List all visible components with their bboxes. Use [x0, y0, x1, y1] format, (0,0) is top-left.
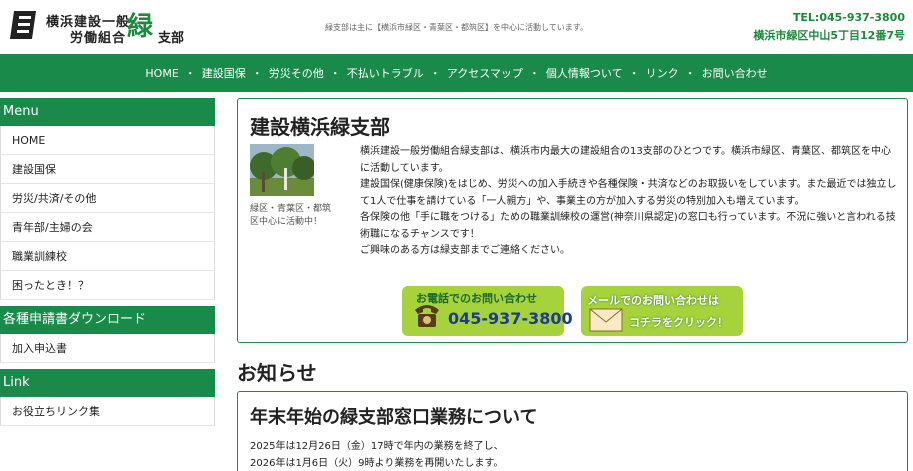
mail-contact-button[interactable]: メールでのお問い合わせは コチラをクリック！ [581, 286, 743, 336]
photo-caption: 緑区・青葉区・都筑区中心に活動中！ [250, 204, 332, 227]
nav-privacy[interactable]: 個人情報ついて [546, 65, 623, 81]
intro-paragraph: 横浜建設一般労働組合緑支部は、横浜市内最大の建設組合の13支部のひとつです。横浜… [360, 146, 897, 256]
sidebar-item-home[interactable]: HOME [0, 126, 215, 155]
header-tel: TEL:045-937-3800 [792, 11, 905, 24]
mail-button-action: コチラをクリック！ [629, 316, 728, 329]
news-heading: お知らせ [237, 361, 317, 385]
nav-rousai[interactable]: 労災その他 [269, 65, 324, 81]
sidebar-item-youth[interactable]: 青年部/主婦の会 [0, 213, 215, 242]
sidebar-item-trouble[interactable]: 困ったとき！？ [0, 271, 215, 300]
sidebar: Menu HOME 建設国保 労災/共済/その他 青年部/主婦の会 職業訓練校 … [0, 98, 215, 426]
header-address: 横浜市緑区中山5丁目12番7号 [753, 29, 905, 42]
nav-separator: ・ [684, 67, 696, 80]
page-title: 建設横浜緑支部 [250, 115, 390, 139]
news-title: 年末年始の緑支部窓口業務について [250, 407, 538, 428]
mail-button-label: メールでのお問い合わせは [587, 294, 719, 307]
nav-separator: ・ [329, 67, 341, 80]
news-line-1: 2025年は12月26日（金）17時で年内の業務を終了し、 [250, 441, 504, 452]
sidebar-download-heading: 各種申請書ダウンロード [0, 306, 215, 334]
envelope-icon [589, 308, 623, 332]
nav-kenpo[interactable]: 建設国保 [202, 65, 246, 81]
nav-fubarai[interactable]: 不払いトラブル [347, 65, 424, 81]
main-content-box: 建設横浜緑支部 緑区・青葉区・都筑区中心に活動中！ 横浜建設一般労働組合緑支部は… [237, 98, 908, 343]
tel-button-number: 045-937-3800 [448, 309, 573, 328]
sidebar-item-application[interactable]: 加入申込書 [0, 334, 215, 363]
nav-separator: ・ [628, 67, 640, 80]
nav-link[interactable]: リンク [646, 65, 679, 81]
news-line-2: 2026年は1月6日（火）9時より業務を再開いたします。 [250, 458, 504, 469]
nav-separator: ・ [528, 67, 540, 80]
nav-home[interactable]: HOME [145, 67, 178, 80]
nav-access[interactable]: アクセスマップ [447, 65, 523, 81]
sidebar-menu-heading: Menu [0, 98, 215, 126]
sidebar-link-heading: Link [0, 369, 215, 397]
nav-contact[interactable]: お問い合わせ [702, 65, 768, 81]
telephone-icon [415, 305, 439, 327]
site-header: 横浜建設一般 労働組合 緑 支部 緑支部は主に【横浜市緑区・青葉区・都筑区】を中… [0, 0, 913, 54]
nav-separator: ・ [184, 67, 196, 80]
branch-photo [250, 144, 314, 196]
sidebar-item-useful-links[interactable]: お役立ちリンク集 [0, 397, 215, 426]
tel-contact-button[interactable]: お電話でのお問い合わせ 045-937-3800 [402, 286, 573, 336]
sidebar-item-rousai[interactable]: 労災/共済/その他 [0, 184, 215, 213]
news-box: 年末年始の緑支部窓口業務について 2025年は12月26日（金）17時で年内の業… [237, 391, 908, 471]
main-nav: HOME ・ 建設国保 ・ 労災その他 ・ 不払いトラブル ・ アクセスマップ … [0, 54, 913, 92]
sidebar-item-school[interactable]: 職業訓練校 [0, 242, 215, 271]
nav-separator: ・ [251, 67, 263, 80]
sidebar-item-kenpo[interactable]: 建設国保 [0, 155, 215, 184]
nav-separator: ・ [429, 67, 441, 80]
intro-text: 横浜建設一般労働組合緑支部は、横浜市内最大の建設組合の13支部のひとつです。横浜… [360, 144, 900, 260]
